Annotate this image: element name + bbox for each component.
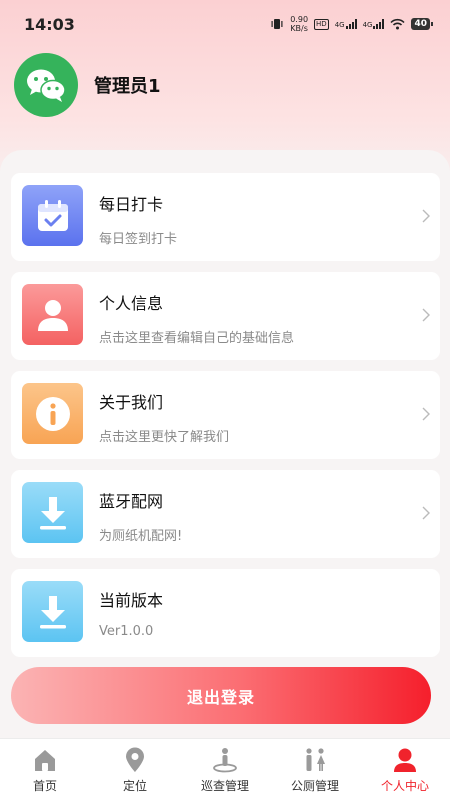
username: 管理员1: [94, 76, 161, 97]
hd-indicator: HD: [314, 18, 329, 30]
menu-item-subtitle: 为厕纸机配网!: [99, 529, 183, 544]
location-pin-icon: [122, 747, 148, 773]
tab-label: 首页: [32, 779, 57, 793]
signal-1-label: 4G: [334, 21, 345, 29]
chevron-right-icon: [422, 209, 430, 223]
menu-item-bluetooth-network[interactable]: 蓝牙配网 为厕纸机配网!: [11, 470, 440, 558]
signal-1: 4G: [335, 19, 357, 29]
menu-item-subtitle: Ver1.0.0: [99, 624, 154, 639]
signal-2-label: 4G: [362, 21, 373, 29]
tab-restroom-management[interactable]: 公厕管理: [270, 739, 360, 800]
tab-patrol-management[interactable]: 巡查管理: [180, 739, 270, 800]
menu-item-current-version[interactable]: 当前版本 Ver1.0.0: [11, 569, 440, 657]
menu-item-personal-info[interactable]: 个人信息 点击这里查看编辑自己的基础信息: [11, 272, 440, 360]
restroom-icon: [302, 747, 328, 773]
battery-icon: 40: [411, 18, 433, 30]
bottom-tab-bar: 首页 定位 巡查管理 公厕管理 个人中心: [0, 738, 450, 800]
download-icon: [22, 482, 83, 543]
chevron-right-icon: [422, 308, 430, 322]
signal-bars-icon: [345, 19, 357, 29]
menu-item-title: 个人信息: [99, 294, 164, 313]
menu-item-title: 关于我们: [99, 393, 164, 412]
wechat-icon: [27, 69, 66, 102]
patrol-person-icon: [212, 747, 238, 773]
user-icon: [22, 284, 83, 345]
status-icons: 0.90 KB/s HD 4G 4G 40: [270, 15, 433, 33]
chevron-right-icon: [422, 506, 430, 520]
tab-label: 巡查管理: [200, 779, 249, 793]
tab-label: 个人中心: [380, 779, 429, 793]
signal-bars-icon: [373, 19, 385, 29]
net-speed: 0.90 KB/s: [290, 15, 308, 33]
menu-item-subtitle: 点击这里查看编辑自己的基础信息: [99, 331, 295, 346]
net-speed-unit: KB/s: [290, 24, 308, 33]
profile-icon: [392, 747, 418, 773]
menu-item-subtitle: 每日签到打卡: [99, 232, 178, 247]
menu-item-subtitle: 点击这里更快了解我们: [99, 430, 230, 445]
avatar[interactable]: [14, 53, 78, 117]
logout-button[interactable]: 退出登录: [11, 667, 431, 724]
menu-item-title: 当前版本: [99, 591, 164, 610]
tab-label: 公厕管理: [290, 779, 339, 793]
calendar-check-icon: [22, 185, 83, 246]
tab-home[interactable]: 首页: [0, 739, 90, 800]
menu-item-title: 蓝牙配网: [99, 492, 164, 511]
status-time: 14:03: [24, 14, 75, 34]
tab-label: 定位: [122, 779, 147, 793]
tab-location[interactable]: 定位: [90, 739, 180, 800]
menu-item-daily-checkin[interactable]: 每日打卡 每日签到打卡: [11, 173, 440, 261]
net-speed-value: 0.90: [290, 15, 309, 24]
menu-item-about-us[interactable]: 关于我们 点击这里更快了解我们: [11, 371, 440, 459]
info-icon: [22, 383, 83, 444]
chevron-right-icon: [422, 407, 430, 421]
profile-header: 管理员1: [14, 53, 161, 117]
wifi-icon: [390, 18, 406, 30]
menu-item-title: 每日打卡: [99, 195, 164, 214]
download-icon: [22, 581, 83, 642]
vibrate-icon: [271, 19, 283, 29]
tab-personal-center[interactable]: 个人中心: [360, 739, 450, 800]
status-bar: 14:03 0.90 KB/s HD 4G 4G 40: [0, 0, 450, 48]
home-icon: [32, 747, 58, 773]
signal-2: 4G: [363, 19, 385, 29]
